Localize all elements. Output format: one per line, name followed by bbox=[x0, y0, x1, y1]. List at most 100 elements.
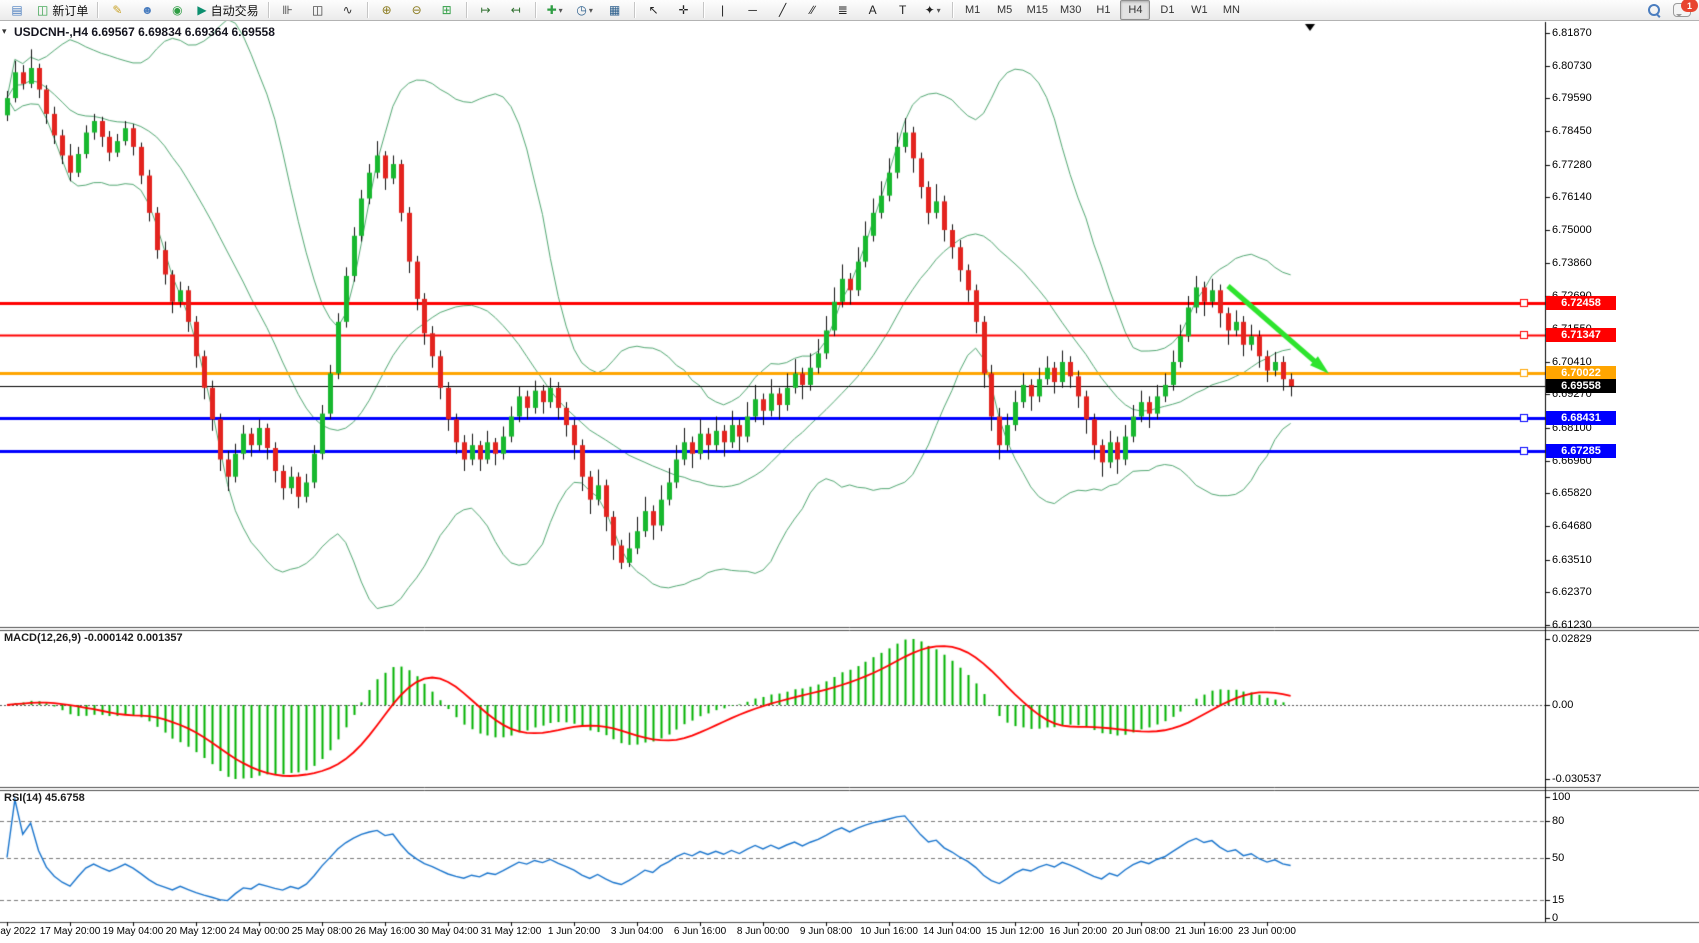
main-toolbar: ▤◫新订单✎☻◉▶自动交易⊪◫∿⊕⊖⊞↦↤✚▾◷▾▦↖✛|─╱∕∕≣AT✦▾M1… bbox=[0, 0, 1699, 21]
profile-icon[interactable]: ☻ bbox=[133, 0, 161, 20]
zoom-in-icon: ⊕ bbox=[382, 4, 392, 16]
timeframe-button-h4[interactable]: H4 bbox=[1120, 0, 1150, 20]
price-axis-tick: 6.64680 bbox=[1552, 520, 1592, 532]
price-axis-tick: 6.80730 bbox=[1552, 60, 1592, 72]
macd-panel-label: MACD(12,26,9) -0.000142 0.001357 bbox=[4, 632, 183, 644]
autotrading-button-label: 自动交易 bbox=[211, 2, 259, 19]
auto-scroll-button[interactable]: ↦ bbox=[472, 0, 500, 20]
metaeditor-icon[interactable]: ✎ bbox=[103, 0, 131, 20]
dropdown-caret-icon[interactable]: ▾ bbox=[589, 6, 593, 15]
candlestick-chart-button[interactable]: ◫ bbox=[304, 0, 332, 20]
signals-icon-icon: ◉ bbox=[172, 4, 182, 16]
timeframe-button-h1[interactable]: H1 bbox=[1088, 0, 1118, 20]
time-axis-label: 16 May 2022 bbox=[0, 926, 36, 937]
chart-shift-button[interactable]: ↤ bbox=[502, 0, 530, 20]
chart-window-icon[interactable]: ▤ bbox=[3, 0, 31, 20]
price-axis-tick: 6.61230 bbox=[1552, 619, 1592, 631]
chart-window-icon-icon: ▤ bbox=[11, 4, 22, 16]
timeframe-button-d1[interactable]: D1 bbox=[1152, 0, 1182, 20]
timeframe-button-mn[interactable]: MN bbox=[1216, 0, 1246, 20]
equidistant-channel-button[interactable]: ∕∕ bbox=[799, 0, 827, 20]
templates-button[interactable]: ▦ bbox=[601, 0, 629, 20]
vertical-line-button[interactable]: | bbox=[709, 0, 737, 20]
arrows-button[interactable]: ✦▾ bbox=[919, 0, 947, 20]
trendline-button[interactable]: ╱ bbox=[769, 0, 797, 20]
periods-button[interactable]: ◷▾ bbox=[571, 0, 599, 20]
add-indicator-icon: ✚ bbox=[547, 4, 557, 16]
rsi-panel-label: RSI(14) 45.6758 bbox=[4, 792, 85, 804]
price-level-label: 6.67285 bbox=[1546, 444, 1616, 458]
autotrading-button[interactable]: ▶ 自动交易 bbox=[193, 0, 262, 20]
timeframe-button-m15[interactable]: M15 bbox=[1022, 0, 1053, 20]
fibonacci-button[interactable]: ≣ bbox=[829, 0, 857, 20]
chat-icon[interactable]: 1 bbox=[1673, 3, 1691, 17]
fibonacci-icon: ≣ bbox=[838, 4, 848, 16]
timeframe-button-m5[interactable]: M5 bbox=[990, 0, 1020, 20]
time-axis-label: 26 May 16:00 bbox=[355, 926, 416, 937]
chart-shift-icon: ↤ bbox=[511, 4, 521, 16]
add-indicator-button[interactable]: ✚▾ bbox=[541, 0, 569, 20]
ohlc-values: 6.69567 6.69834 6.69364 6.69558 bbox=[91, 25, 275, 39]
chart-menu-caret-icon[interactable]: ▾ bbox=[2, 26, 7, 37]
timeframe-button-m30[interactable]: M30 bbox=[1055, 0, 1086, 20]
rsi-axis-tick: 15 bbox=[1552, 894, 1564, 906]
symbol-period-label: USDCNH-,H4 bbox=[14, 25, 88, 39]
cursor-button[interactable]: ↖ bbox=[640, 0, 668, 20]
time-axis-label: 23 Jun 00:00 bbox=[1238, 926, 1296, 937]
text-button[interactable]: A bbox=[859, 0, 887, 20]
toolbar-separator bbox=[952, 2, 953, 18]
line-chart-button[interactable]: ∿ bbox=[334, 0, 362, 20]
equidistant-channel-icon: ∕∕ bbox=[811, 4, 815, 16]
time-axis-label: 20 May 12:00 bbox=[166, 926, 227, 937]
timeframe-button-m1[interactable]: M1 bbox=[958, 0, 988, 20]
bar-chart-button[interactable]: ⊪ bbox=[274, 0, 302, 20]
text-label-button[interactable]: T bbox=[889, 0, 917, 20]
rsi-axis-tick: 80 bbox=[1552, 815, 1564, 827]
search-icon[interactable] bbox=[1648, 4, 1661, 17]
tile-windows-button[interactable]: ⊞ bbox=[433, 0, 461, 20]
toolbar-separator bbox=[367, 2, 368, 18]
terminal-window: ▤◫新订单✎☻◉▶自动交易⊪◫∿⊕⊖⊞↦↤✚▾◷▾▦↖✛|─╱∕∕≣AT✦▾M1… bbox=[0, 0, 1699, 943]
time-axis-label: 30 May 04:00 bbox=[418, 926, 479, 937]
rsi-axis-tick: 50 bbox=[1552, 852, 1564, 864]
time-axis-label: 19 May 04:00 bbox=[103, 926, 164, 937]
toolbar-separator bbox=[634, 2, 635, 18]
toolbar-separator bbox=[466, 2, 467, 18]
price-level-label: 6.72458 bbox=[1546, 296, 1616, 310]
price-level-label: 6.71347 bbox=[1546, 328, 1616, 342]
text-label-icon: T bbox=[899, 4, 906, 16]
horizontal-line-icon: ─ bbox=[748, 4, 757, 16]
macd-axis-tick: -0.030537 bbox=[1552, 773, 1602, 785]
horizontal-line-button[interactable]: ─ bbox=[739, 0, 767, 20]
price-axis-tick: 6.65820 bbox=[1552, 487, 1592, 499]
text-icon: A bbox=[869, 4, 877, 16]
dropdown-caret-icon[interactable]: ▾ bbox=[559, 6, 563, 15]
chart-title: USDCNH-,H4 6.69567 6.69834 6.69364 6.695… bbox=[14, 25, 275, 39]
time-axis-label: 14 Jun 04:00 bbox=[923, 926, 981, 937]
zoom-out-button[interactable]: ⊖ bbox=[403, 0, 431, 20]
time-axis-label: 17 May 20:00 bbox=[40, 926, 101, 937]
new-order-button[interactable]: ◫新订单 bbox=[33, 0, 92, 20]
toolbar-separator bbox=[268, 2, 269, 18]
dropdown-caret-icon[interactable]: ▾ bbox=[937, 6, 941, 15]
timeframe-button-w1[interactable]: W1 bbox=[1184, 0, 1214, 20]
tile-windows-icon: ⊞ bbox=[442, 4, 452, 16]
crosshair-icon: ✛ bbox=[679, 4, 689, 16]
autotrading-icon: ▶ bbox=[197, 4, 206, 16]
price-axis-tick: 6.81870 bbox=[1552, 27, 1592, 39]
time-axis-label: 24 May 00:00 bbox=[229, 926, 290, 937]
toolbar-separator bbox=[97, 2, 98, 18]
toolbar-separator bbox=[703, 2, 704, 18]
time-axis-label: 16 Jun 20:00 bbox=[1049, 926, 1107, 937]
price-axis-tick: 6.63510 bbox=[1552, 554, 1592, 566]
toolbar-separator bbox=[535, 2, 536, 18]
price-axis-tick: 6.76140 bbox=[1552, 191, 1592, 203]
macd-axis-tick: 0.00 bbox=[1552, 699, 1573, 711]
zoom-in-button[interactable]: ⊕ bbox=[373, 0, 401, 20]
time-axis-label: 31 May 12:00 bbox=[481, 926, 542, 937]
signals-icon[interactable]: ◉ bbox=[163, 0, 191, 20]
price-axis-tick: 6.79590 bbox=[1552, 92, 1592, 104]
crosshair-button[interactable]: ✛ bbox=[670, 0, 698, 20]
metaeditor-icon-icon: ✎ bbox=[112, 4, 122, 16]
chart-canvas[interactable] bbox=[0, 0, 1699, 943]
